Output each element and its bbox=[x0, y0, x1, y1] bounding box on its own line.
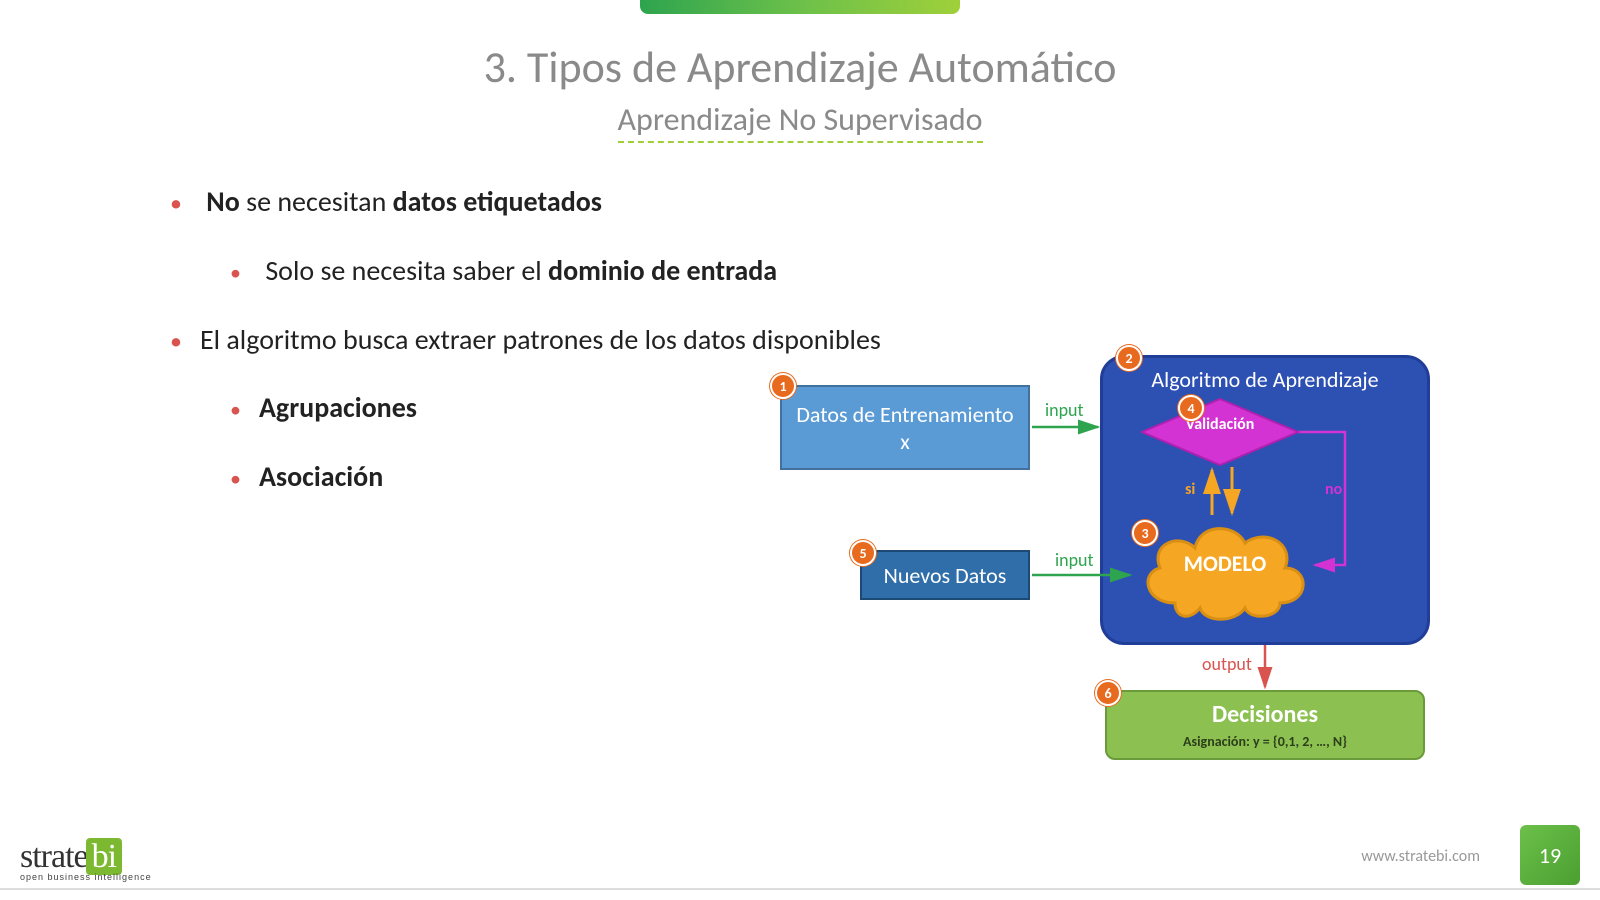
brand-part-b: bi bbox=[86, 838, 122, 875]
footer-url: www.stratebi.com bbox=[1361, 847, 1480, 866]
bullet-1-strong-b: datos etiquetados bbox=[393, 184, 602, 219]
bullet-1: No se necesitan datos etiquetados bbox=[170, 180, 881, 225]
badge-2: 2 bbox=[1116, 345, 1142, 371]
badge-6: 6 bbox=[1095, 680, 1121, 706]
bullet-1a-pre: Solo se necesita saber el bbox=[265, 253, 548, 288]
flow-diagram: Algoritmo de Aprendizaje Datos de Entren… bbox=[770, 355, 1550, 805]
footer-divider bbox=[0, 888, 1600, 890]
model-label: MODELO bbox=[1135, 550, 1315, 577]
brand-part-a: strate bbox=[20, 838, 88, 875]
page-number: 19 bbox=[1520, 825, 1580, 885]
arrow-label-input-1: input bbox=[1045, 399, 1084, 421]
bullet-1a: Solo se necesita saber el dominio de ent… bbox=[230, 249, 881, 294]
bullet-1-mid: se necesitan bbox=[240, 184, 393, 219]
subtitle-text: Aprendizaje No Supervisado bbox=[618, 100, 983, 143]
brand-logo: stratebi open business intelligence bbox=[20, 838, 152, 882]
bullet-2b-strong: Asociación bbox=[259, 459, 383, 494]
arrow-label-output: output bbox=[1202, 653, 1252, 675]
badge-3: 3 bbox=[1132, 520, 1158, 546]
bullet-1a-strong: dominio de entrada bbox=[548, 253, 777, 288]
badge-1: 1 bbox=[770, 373, 796, 399]
bullet-2a-strong: Agrupaciones bbox=[259, 390, 417, 425]
top-accent-bar bbox=[640, 0, 960, 14]
bullet-1-strong-a: No bbox=[206, 184, 240, 219]
arrow-label-input-2: input bbox=[1055, 549, 1094, 571]
validation-text: Validación bbox=[1140, 415, 1300, 434]
slide-title: 3. Tipos de Aprendizaje Automático bbox=[0, 40, 1600, 94]
badge-4: 4 bbox=[1178, 395, 1204, 421]
arrow-label-si: si bbox=[1185, 480, 1195, 499]
arrow-label-no: no bbox=[1325, 480, 1342, 499]
brand-tagline: open business intelligence bbox=[20, 872, 152, 882]
slide-subtitle: Aprendizaje No Supervisado bbox=[0, 100, 1600, 139]
badge-5: 5 bbox=[850, 540, 876, 566]
